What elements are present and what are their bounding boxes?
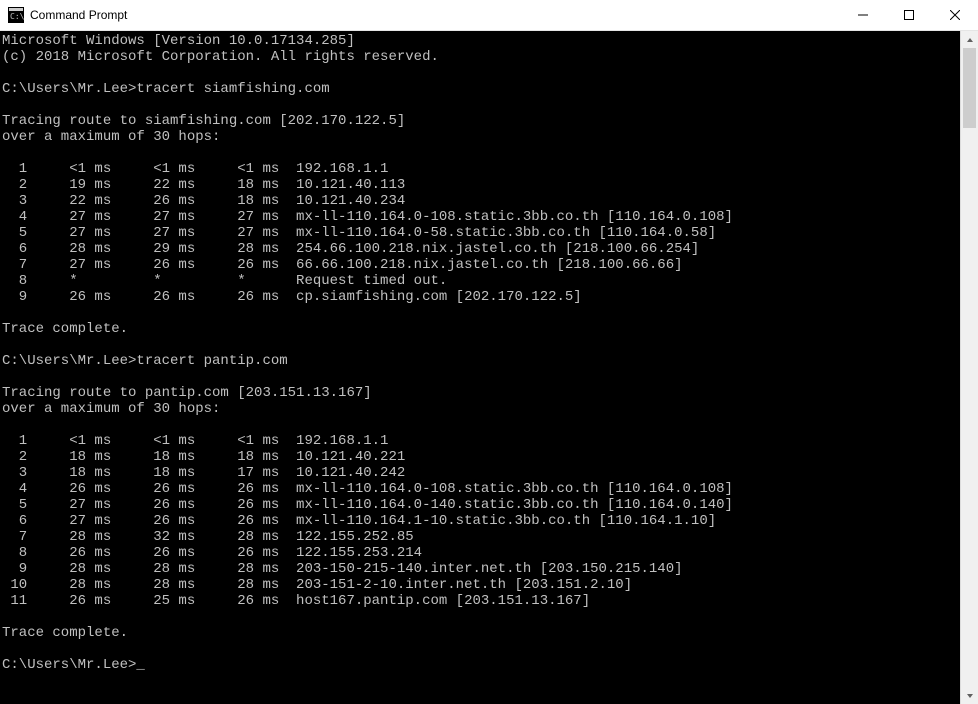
close-icon [950,10,960,20]
titlebar[interactable]: C:\ Command Prompt [0,0,978,31]
chevron-up-icon [966,36,974,44]
scrollbar-track[interactable] [961,48,978,687]
svg-text:C:\: C:\ [10,12,24,21]
window-title: Command Prompt [30,8,840,22]
maximize-button[interactable] [886,0,932,30]
close-button[interactable] [932,0,978,30]
app-icon: C:\ [8,7,24,23]
client-area: Microsoft Windows [Version 10.0.17134.28… [0,31,978,704]
scroll-down-button[interactable] [961,687,978,704]
chevron-down-icon [966,692,974,700]
vertical-scrollbar[interactable] [960,31,978,704]
scroll-up-button[interactable] [961,31,978,48]
terminal-output[interactable]: Microsoft Windows [Version 10.0.17134.28… [0,31,960,704]
scrollbar-thumb[interactable] [963,48,976,128]
window-controls [840,0,978,30]
minimize-icon [858,10,868,20]
minimize-button[interactable] [840,0,886,30]
maximize-icon [904,10,914,20]
command-prompt-window: C:\ Command Prompt Microsoft Windows [Ve… [0,0,978,704]
